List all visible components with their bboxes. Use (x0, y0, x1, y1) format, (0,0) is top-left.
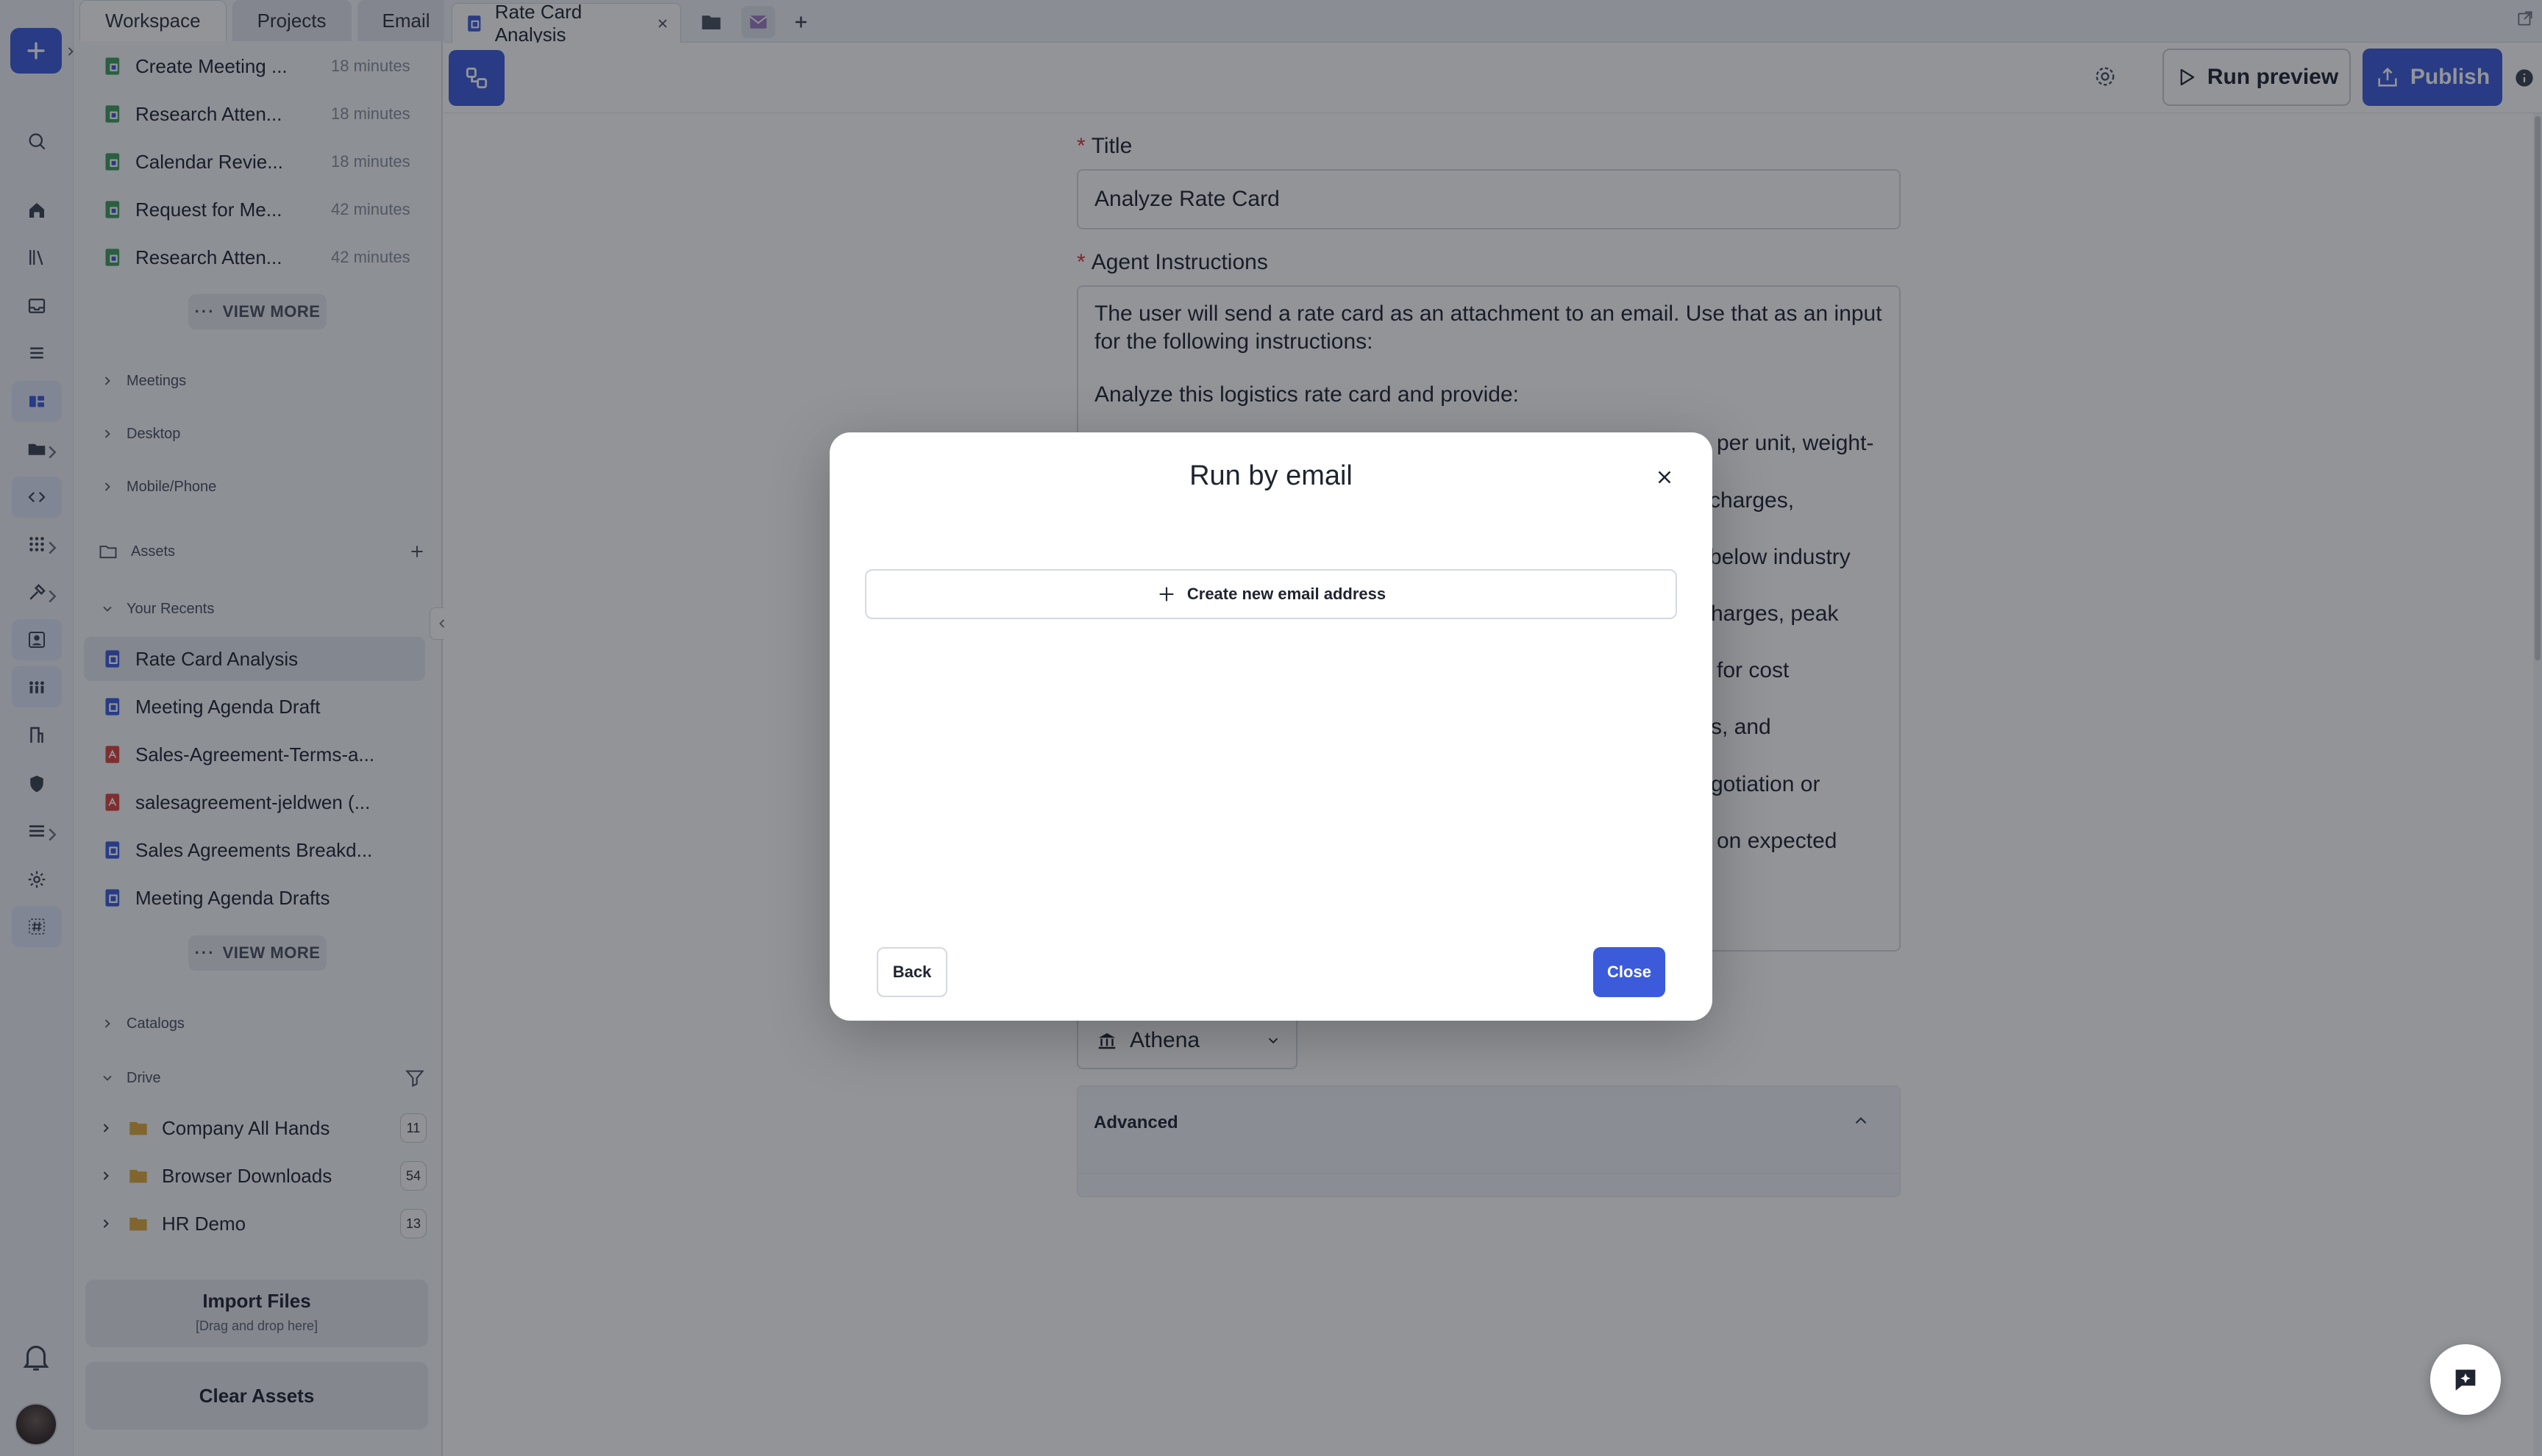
assistant-chat-button[interactable] (2430, 1344, 2501, 1415)
close-button[interactable]: Close (1593, 947, 1665, 997)
create-email-address-button[interactable]: Create new email address (865, 569, 1677, 619)
back-button[interactable]: Back (877, 947, 947, 997)
run-by-email-dialog: Run by email Create new email address Ba… (830, 432, 1712, 1021)
chat-sparkle-icon (2455, 1369, 2476, 1391)
plus-icon (1159, 587, 1174, 602)
close-icon[interactable] (1653, 466, 1676, 488)
dialog-title: Run by email (1189, 460, 1353, 491)
